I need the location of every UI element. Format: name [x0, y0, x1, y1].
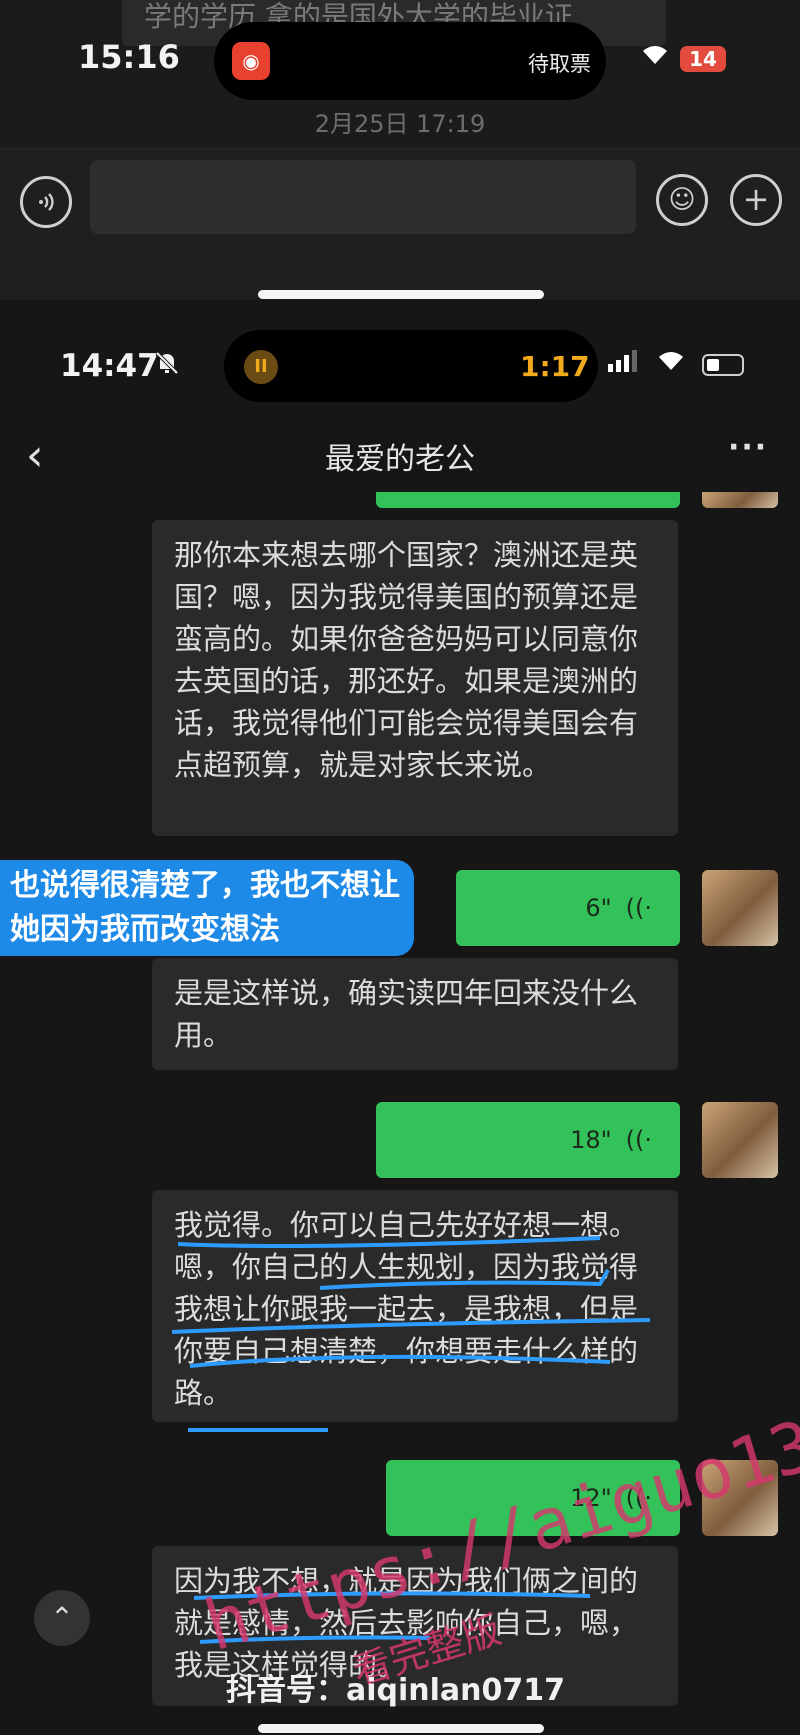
emoji-icon[interactable]: ☺: [656, 174, 708, 226]
avatar[interactable]: [702, 870, 778, 946]
status-time-2: 14:47: [60, 348, 159, 384]
douyin-id: 抖音号：aiqinlan0717: [226, 1673, 566, 1708]
voice-input-button[interactable]: [20, 176, 72, 228]
call-duration: 1:17: [520, 350, 590, 383]
highlight-underlines: [171, 1236, 651, 1432]
status-time: 15:16: [78, 38, 180, 76]
avatar[interactable]: [702, 492, 778, 508]
incoming-message: 那你本来想去哪个国家？澳洲还是英国？嗯，因为我觉得美国的预算还是蛮高的。如果你爸…: [152, 520, 678, 836]
plus-icon[interactable]: +: [730, 174, 782, 226]
video-caption: 也说得很清楚了，我也不想让她因为我而改变想法: [0, 860, 414, 956]
voice-duration: 18": [570, 1126, 612, 1154]
voice-wave-icon: ((·: [625, 894, 652, 922]
home-indicator: [258, 290, 544, 299]
message-input[interactable]: [90, 160, 636, 234]
incoming-message: 是是这样说，确实读四年回来没什么用。: [152, 958, 678, 1070]
silent-bell-icon: [154, 350, 180, 383]
partial-voice-bubble[interactable]: [376, 492, 680, 508]
battery-indicator: 14: [680, 46, 726, 72]
wifi-icon: [640, 40, 670, 73]
signal-icon: [608, 350, 640, 378]
pause-icon[interactable]: II: [244, 350, 278, 384]
avatar[interactable]: [702, 1102, 778, 1178]
more-options-button[interactable]: ···: [728, 430, 768, 465]
voice-duration: 6": [585, 894, 612, 922]
scroll-up-button[interactable]: ⌃: [34, 1590, 90, 1646]
island-status-text: 待取票: [528, 52, 591, 76]
voice-wave-icon: ((·: [625, 1126, 652, 1154]
voice-message[interactable]: 6" ((·: [456, 870, 680, 946]
taopiaopiao-icon: ◉: [232, 42, 270, 80]
home-indicator-2: [258, 1724, 544, 1733]
message-timestamp: 2月25日 17:19: [314, 110, 486, 138]
battery-icon: [702, 354, 744, 376]
voice-message[interactable]: 18" ((·: [376, 1102, 680, 1178]
chat-title: 最爱的老公: [325, 442, 475, 477]
wifi-icon-2: [656, 346, 686, 379]
